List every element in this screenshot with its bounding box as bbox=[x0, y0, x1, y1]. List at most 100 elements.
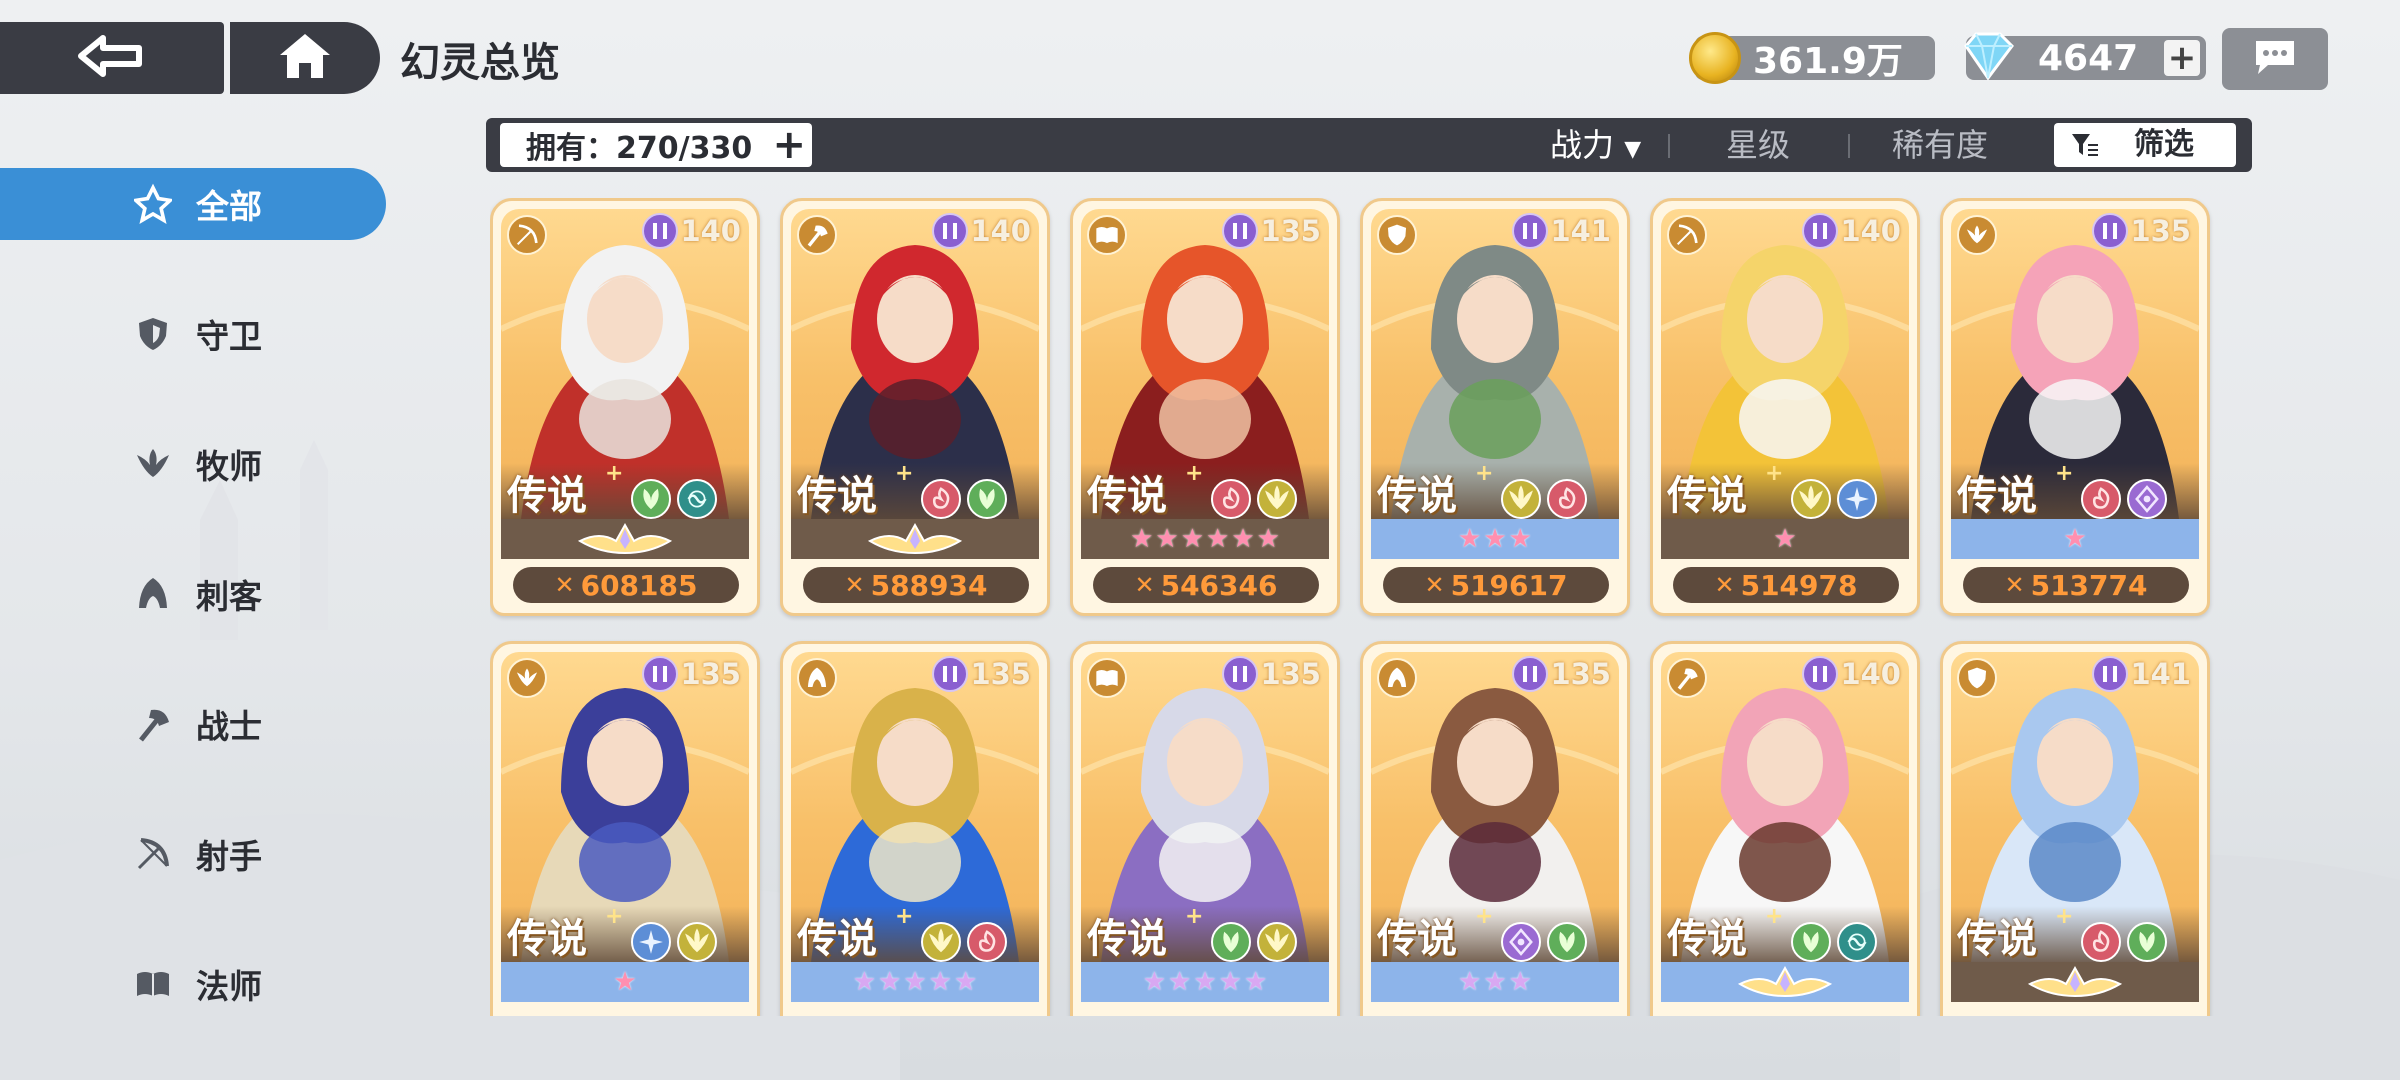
axe-icon bbox=[1667, 658, 1707, 698]
tier-roman-icon bbox=[1512, 656, 1549, 692]
star-rating: ★ bbox=[1951, 519, 2199, 559]
sort-by-rarity[interactable]: 稀有度 bbox=[1892, 118, 1988, 172]
shield-icon bbox=[1377, 215, 1417, 255]
sidebar-item-label: 战士 bbox=[196, 707, 262, 746]
sidebar-item-label: 守卫 bbox=[196, 317, 262, 356]
divider bbox=[1848, 134, 1850, 158]
hero-card[interactable]: 141 传说 + bbox=[1940, 641, 2210, 1016]
rarity-label: 传说 bbox=[1957, 915, 2037, 962]
hero-card[interactable]: 135 传说 + ★ ★ ★ ★ ★ ★ ✕ 546346 bbox=[1070, 198, 1340, 616]
crossed-swords-icon: ✕ bbox=[844, 571, 865, 599]
filter-button[interactable]: 筛选 bbox=[2054, 123, 2236, 167]
rarity-label: 传说 bbox=[797, 915, 877, 962]
sidebar-item-priest[interactable]: 牧师 bbox=[0, 428, 386, 500]
star-icon: ★ bbox=[1773, 524, 1797, 554]
star-icon: ★ bbox=[1256, 524, 1280, 554]
add-slots-icon: + bbox=[772, 122, 806, 168]
hero-level: 135 bbox=[2092, 213, 2191, 249]
sidebar-item-mage[interactable]: 法师 bbox=[0, 948, 386, 1020]
tier-roman-icon bbox=[1802, 656, 1839, 692]
tier-roman-icon bbox=[2092, 656, 2129, 692]
home-button[interactable] bbox=[230, 22, 380, 94]
level-number: 141 bbox=[2130, 657, 2191, 691]
star-icon: ★ bbox=[1180, 524, 1204, 554]
gem-currency: 4647 + bbox=[1964, 32, 2206, 81]
nature-icon bbox=[1791, 922, 1831, 962]
bow-icon bbox=[1667, 215, 1707, 255]
hero-level: 135 bbox=[642, 656, 741, 692]
plus-mark-icon: + bbox=[1185, 904, 1204, 929]
crossed-swords-icon: ✕ bbox=[2004, 571, 2025, 599]
star-icon: ★ bbox=[852, 967, 877, 997]
star-rating: ★ ★ ★ bbox=[1371, 962, 1619, 1002]
filter-icon bbox=[2070, 131, 2100, 163]
sidebar-item-assassin[interactable]: 刺客 bbox=[0, 558, 386, 630]
combat-power: ✕ 588934 bbox=[803, 567, 1029, 603]
rarity-label: 传说 bbox=[1377, 472, 1457, 519]
add-gems-button[interactable]: + bbox=[2164, 40, 2200, 76]
hero-card[interactable]: 135 传说 + ★ ✕ 513774 bbox=[1940, 198, 2210, 616]
awakened-crown-icon bbox=[1737, 965, 1833, 998]
plus-mark-icon: + bbox=[895, 904, 914, 929]
star-icon: ★ bbox=[1155, 524, 1179, 554]
plus-mark-icon: + bbox=[1475, 461, 1494, 486]
star-icon: ★ bbox=[878, 967, 902, 997]
fire-icon bbox=[1211, 479, 1251, 519]
fire-icon bbox=[2081, 479, 2121, 519]
star-icon: ★ bbox=[1458, 967, 1482, 997]
level-number: 141 bbox=[1550, 214, 1611, 248]
all-classes-icon bbox=[134, 183, 172, 224]
awakened-crown-icon bbox=[2027, 965, 2123, 998]
crossed-swords-icon: ✕ bbox=[554, 571, 575, 599]
hood-icon bbox=[134, 575, 172, 613]
bow-icon bbox=[134, 835, 172, 873]
chat-button[interactable] bbox=[2222, 28, 2328, 90]
owned-count: 拥有：270/330 bbox=[526, 131, 753, 166]
hero-card[interactable]: 135 传说 + ★ ★ ★ bbox=[1360, 641, 1630, 1016]
sort-by-star[interactable]: 星级 bbox=[1726, 118, 1790, 172]
tier-roman-icon bbox=[2092, 213, 2129, 249]
hero-card[interactable]: 140 传说 + bbox=[1650, 641, 1920, 1016]
sidebar-item-all[interactable]: 全部 bbox=[0, 168, 386, 240]
level-number: 135 bbox=[1260, 214, 1321, 248]
plus-mark-icon: + bbox=[1475, 904, 1494, 929]
chat-bubble-icon bbox=[2252, 37, 2298, 81]
sort-power-label: 战力 bbox=[1550, 126, 1615, 164]
star-rating bbox=[791, 519, 1039, 559]
power-value: 588934 bbox=[870, 568, 988, 602]
star-icon: ★ bbox=[1458, 524, 1482, 554]
gold-amount: 361.9万 bbox=[1753, 41, 1903, 82]
sidebar-item-warrior[interactable]: 战士 bbox=[0, 688, 386, 760]
axe-icon bbox=[797, 215, 837, 255]
star-rating: ★ ★ ★ ★ ★ bbox=[1081, 962, 1329, 1002]
rarity-label: 传说 bbox=[507, 472, 587, 519]
hero-card[interactable]: 140 传说 + ✕ 588934 bbox=[780, 198, 1050, 616]
hero-card[interactable]: 135 传说 + ★ ★ ★ ★ ★ bbox=[780, 641, 1050, 1016]
hero-card[interactable]: 135 传说 + ★ ★ ★ ★ ★ bbox=[1070, 641, 1340, 1016]
void-icon bbox=[1501, 922, 1541, 962]
sidebar-item-archer[interactable]: 射手 bbox=[0, 818, 386, 890]
sort-by-power[interactable]: 战力 ▼ bbox=[1550, 118, 1641, 172]
star-icon: ★ bbox=[1206, 524, 1230, 554]
hero-card-grid: 140 传说 + ✕ 608185 140 传说 + ✕ 588934 135 传说 + ★ ★ ★ ★ ★ ★ ✕ 5… bbox=[490, 198, 2220, 1016]
rarity-label: 传说 bbox=[1087, 915, 1167, 962]
ice-icon bbox=[1837, 479, 1877, 519]
rarity-label: 传说 bbox=[1087, 472, 1167, 519]
owned-count-box[interactable]: 拥有：270/330 + bbox=[500, 123, 812, 167]
back-arrow-icon bbox=[77, 32, 147, 84]
hero-level: 135 bbox=[1222, 656, 1321, 692]
hero-card[interactable]: 141 传说 + ★ ★ ★ ✕ 519617 bbox=[1360, 198, 1630, 616]
gold-coin-icon bbox=[1689, 32, 1741, 84]
plus-mark-icon: + bbox=[605, 461, 624, 486]
back-button[interactable] bbox=[0, 22, 224, 94]
hood-icon bbox=[1377, 658, 1417, 698]
tier-roman-icon bbox=[1802, 213, 1839, 249]
hero-card[interactable]: 135 传说 + ★ bbox=[490, 641, 760, 1016]
sidebar-item-label: 牧师 bbox=[196, 447, 262, 486]
hero-card[interactable]: 140 传说 + ★ ✕ 514978 bbox=[1650, 198, 1920, 616]
home-icon bbox=[277, 31, 333, 85]
diamond-icon bbox=[1958, 28, 2018, 84]
sidebar-item-guard[interactable]: 守卫 bbox=[0, 298, 386, 370]
star-icon: ★ bbox=[903, 967, 927, 997]
hero-card[interactable]: 140 传说 + ✕ 608185 bbox=[490, 198, 760, 616]
